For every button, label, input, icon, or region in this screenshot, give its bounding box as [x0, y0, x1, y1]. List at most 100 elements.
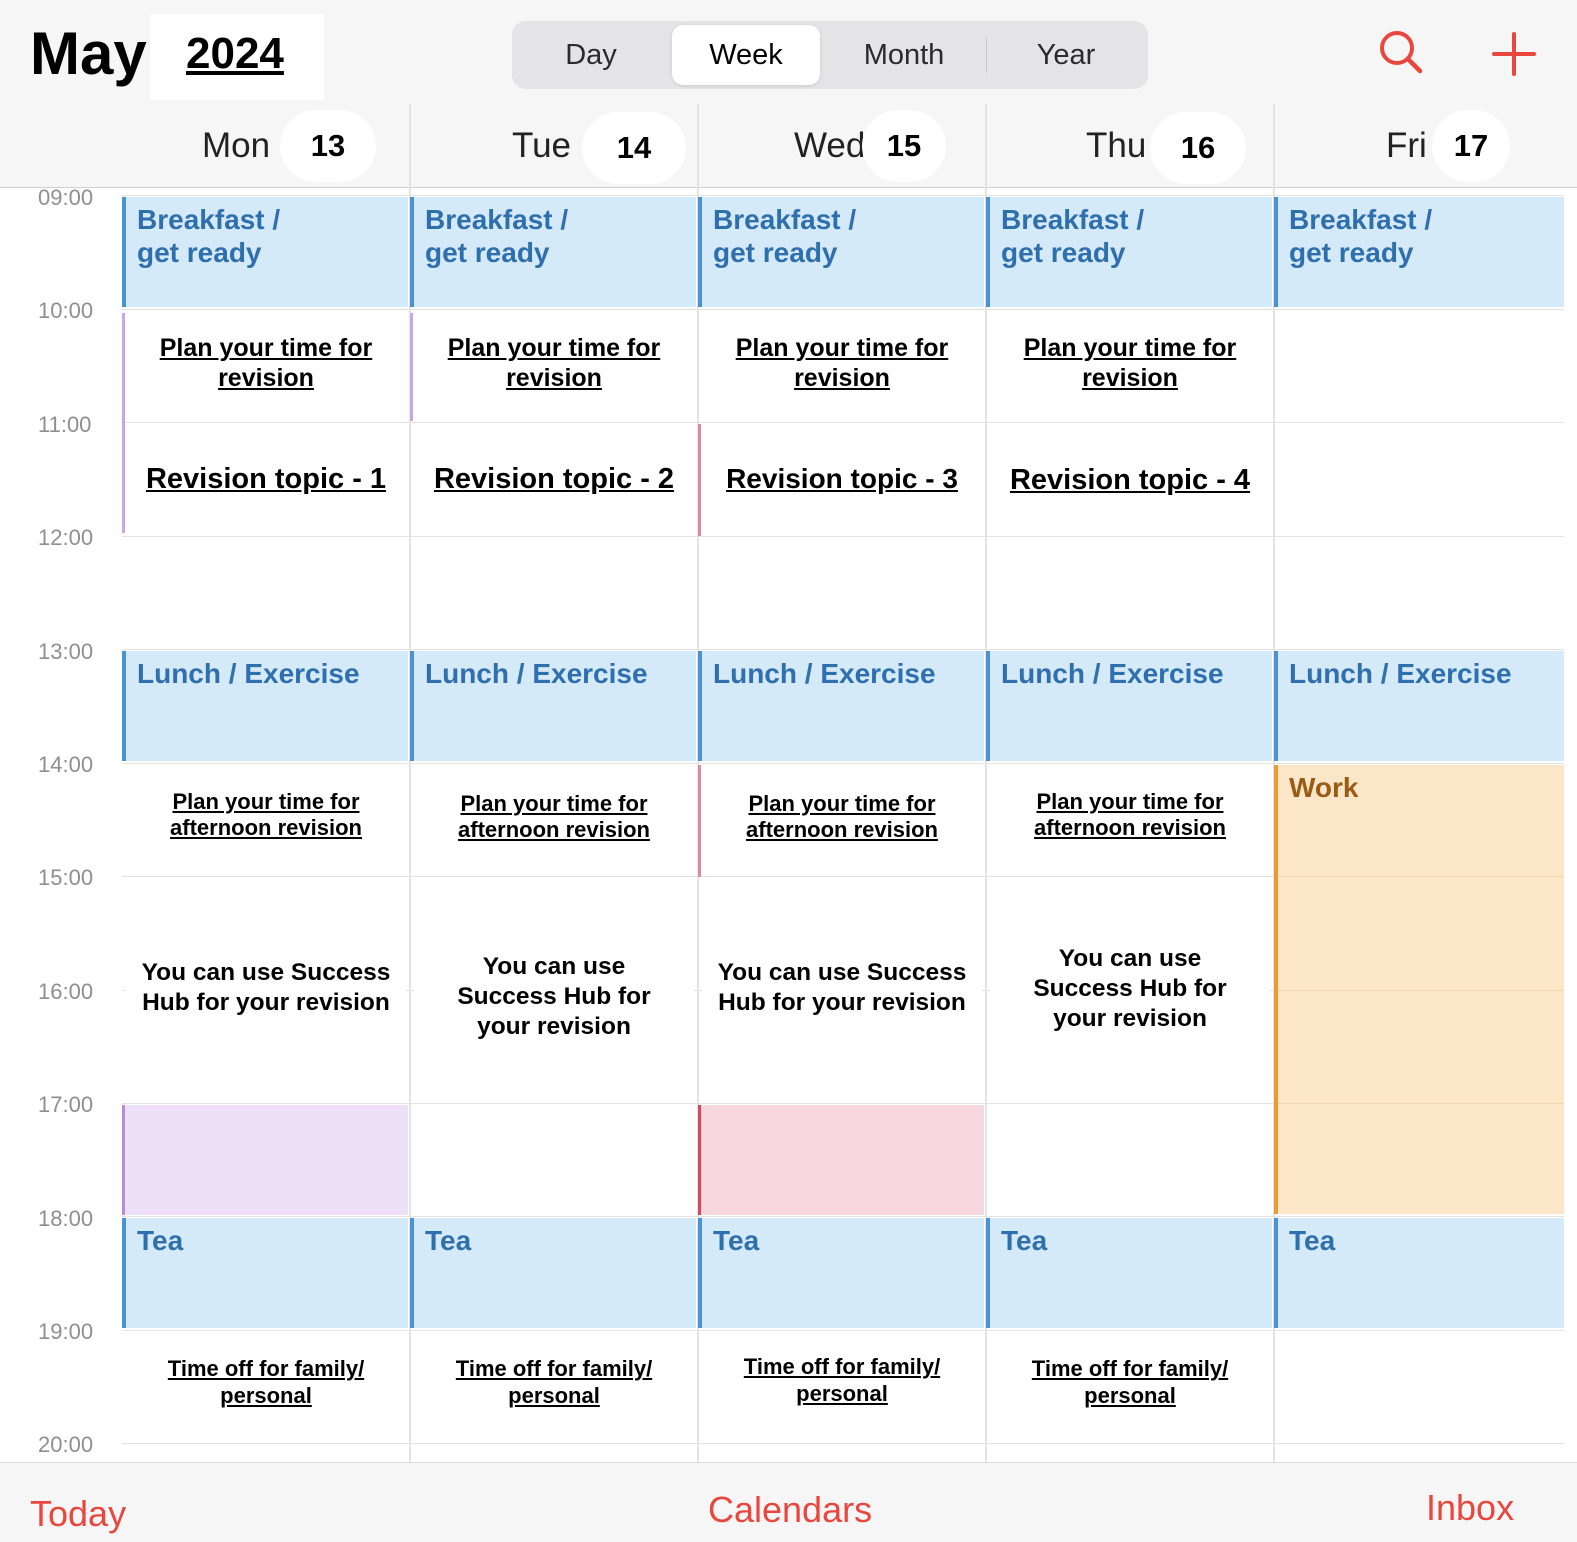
event-breakfast[interactable]: Breakfast / get ready — [1274, 197, 1564, 307]
hour-line — [122, 1330, 1564, 1331]
hour-label: 12:00 — [38, 525, 94, 550]
event-block-purple[interactable] — [122, 1105, 408, 1215]
event-lunch[interactable]: Lunch / Exercise — [698, 651, 984, 761]
hour-line — [122, 536, 1564, 537]
event-time-off[interactable]: Time off for family/ personal — [702, 1333, 982, 1439]
day-header-fri[interactable]: Fri 17 — [1274, 102, 1564, 188]
hour-label: 18:00 — [38, 1206, 94, 1231]
event-title: Time off for family/ personal — [455, 1356, 653, 1408]
hour-label: 11:00 — [38, 412, 92, 437]
event-success-hub[interactable]: You can use Success Hub for your revisio… — [414, 880, 694, 1100]
hour-label: 09:00 — [38, 185, 94, 210]
hour-line — [1278, 990, 1564, 991]
event-tea[interactable]: Tea — [1274, 1218, 1564, 1328]
day-header-mon[interactable]: Mon 13 — [122, 102, 410, 188]
hour-label: 13:00 — [38, 639, 94, 664]
event-revision-topic[interactable]: Revision topic - 1 — [126, 426, 406, 532]
event-title: You can use Success Hub for your revisio… — [1033, 945, 1227, 1032]
event-plan-revision[interactable]: Plan your time for revision — [990, 313, 1270, 419]
hour-label: 17:00 — [38, 1092, 94, 1117]
hour-label: 15:00 — [38, 865, 94, 890]
day-name: Wed — [794, 126, 866, 165]
event-revision-topic[interactable]: Revision topic - 2 — [414, 426, 694, 532]
month-title: May — [30, 20, 147, 87]
event-title: Tea — [713, 1225, 760, 1256]
day-header-thu[interactable]: Thu 16 — [986, 102, 1274, 188]
event-time-off[interactable]: Time off for family/ personal — [414, 1333, 694, 1439]
event-title: Time off for family/ personal — [167, 1356, 365, 1408]
event-title: Plan your time for afternoon revision — [1034, 789, 1226, 840]
event-title: Revision topic - 3 — [726, 463, 958, 494]
hour-line — [122, 1443, 1564, 1444]
event-breakfast[interactable]: Breakfast / get ready — [698, 197, 984, 307]
header-divider — [0, 187, 1577, 188]
search-icon[interactable] — [1373, 24, 1433, 84]
event-revision-topic[interactable]: Revision topic - 4 — [990, 426, 1270, 532]
event-plan-afternoon[interactable]: Plan your time for afternoon revision — [126, 767, 406, 873]
event-edge-purple — [410, 313, 413, 421]
hour-label: 19:00 — [38, 1319, 94, 1344]
event-breakfast[interactable]: Breakfast / get ready — [410, 197, 696, 307]
event-plan-afternoon[interactable]: Plan your time for afternoon revision — [414, 767, 694, 873]
event-success-hub[interactable]: You can use Success Hub for your revisio… — [702, 880, 982, 1100]
day-number: 13 — [280, 110, 376, 182]
event-success-hub[interactable]: You can use Success Hub for your revisio… — [126, 880, 406, 1100]
event-title: Time off for family/ personal — [1031, 1356, 1229, 1408]
event-tea[interactable]: Tea — [410, 1218, 696, 1328]
event-title: Tea — [425, 1225, 472, 1256]
event-title: Lunch / Exercise — [1001, 658, 1224, 689]
event-tea[interactable]: Tea — [986, 1218, 1272, 1328]
event-plan-revision[interactable]: Plan your time for revision — [414, 313, 694, 419]
event-plan-afternoon[interactable]: Plan your time for afternoon revision — [702, 767, 982, 873]
event-title: Plan your time for revision — [159, 334, 373, 392]
event-plan-revision[interactable]: Plan your time for revision — [702, 313, 982, 419]
event-tea[interactable]: Tea — [122, 1218, 408, 1328]
event-title: Lunch / Exercise — [1289, 658, 1512, 689]
event-breakfast[interactable]: Breakfast / get ready — [122, 197, 408, 307]
hour-line — [1278, 1103, 1564, 1104]
event-title: Lunch / Exercise — [137, 658, 360, 689]
event-title: Revision topic - 2 — [433, 463, 675, 495]
event-tea[interactable]: Tea — [698, 1218, 984, 1328]
event-title: Plan your time for revision — [1023, 334, 1237, 392]
view-switcher: Day Week Month Year — [512, 21, 1148, 89]
event-plan-afternoon[interactable]: Plan your time for afternoon revision — [990, 767, 1270, 873]
event-block-pink[interactable] — [698, 1105, 984, 1215]
hour-line — [122, 763, 1564, 764]
tab-day[interactable]: Day — [516, 25, 666, 85]
event-lunch[interactable]: Lunch / Exercise — [986, 651, 1272, 761]
event-title: You can use Success Hub for your revisio… — [457, 953, 651, 1040]
tab-year[interactable]: Year — [988, 25, 1144, 85]
day-header-tue[interactable]: Tue 14 — [410, 102, 698, 188]
tab-month[interactable]: Month — [826, 25, 982, 85]
event-title: Breakfast / get ready — [425, 204, 569, 268]
hour-label: 20:00 — [38, 1432, 94, 1457]
event-time-off[interactable]: Time off for family/ personal — [126, 1333, 406, 1439]
tab-week[interactable]: Week — [672, 25, 820, 85]
hour-line — [122, 1216, 1564, 1217]
event-lunch[interactable]: Lunch / Exercise — [1274, 651, 1564, 761]
event-breakfast[interactable]: Breakfast / get ready — [986, 197, 1272, 307]
event-plan-revision[interactable]: Plan your time for revision — [126, 313, 406, 419]
event-success-hub[interactable]: You can use Success Hub for your revisio… — [990, 880, 1270, 1100]
plus-icon[interactable] — [1484, 24, 1544, 84]
event-revision-topic[interactable]: Revision topic - 3 — [702, 426, 982, 532]
calendars-button[interactable]: Calendars — [708, 1488, 872, 1532]
hour-label: 16:00 — [38, 979, 94, 1004]
day-number: 15 — [862, 110, 946, 182]
event-title: Work — [1289, 772, 1359, 803]
day-header-wed[interactable]: Wed 15 — [698, 102, 986, 188]
inbox-button[interactable]: Inbox — [1426, 1486, 1514, 1530]
event-title: Breakfast / get ready — [137, 204, 281, 268]
hour-line — [1278, 876, 1564, 877]
event-title: Revision topic - 1 — [145, 463, 387, 495]
event-title: Time off for family/ personal — [743, 1354, 941, 1406]
today-button[interactable]: Today — [30, 1492, 126, 1536]
event-edge-purple — [122, 313, 125, 533]
event-lunch[interactable]: Lunch / Exercise — [122, 651, 408, 761]
event-edge-pink — [698, 424, 701, 536]
day-number: 16 — [1150, 112, 1246, 184]
day-name: Mon — [202, 126, 271, 165]
event-time-off[interactable]: Time off for family/ personal — [990, 1333, 1270, 1439]
event-lunch[interactable]: Lunch / Exercise — [410, 651, 696, 761]
